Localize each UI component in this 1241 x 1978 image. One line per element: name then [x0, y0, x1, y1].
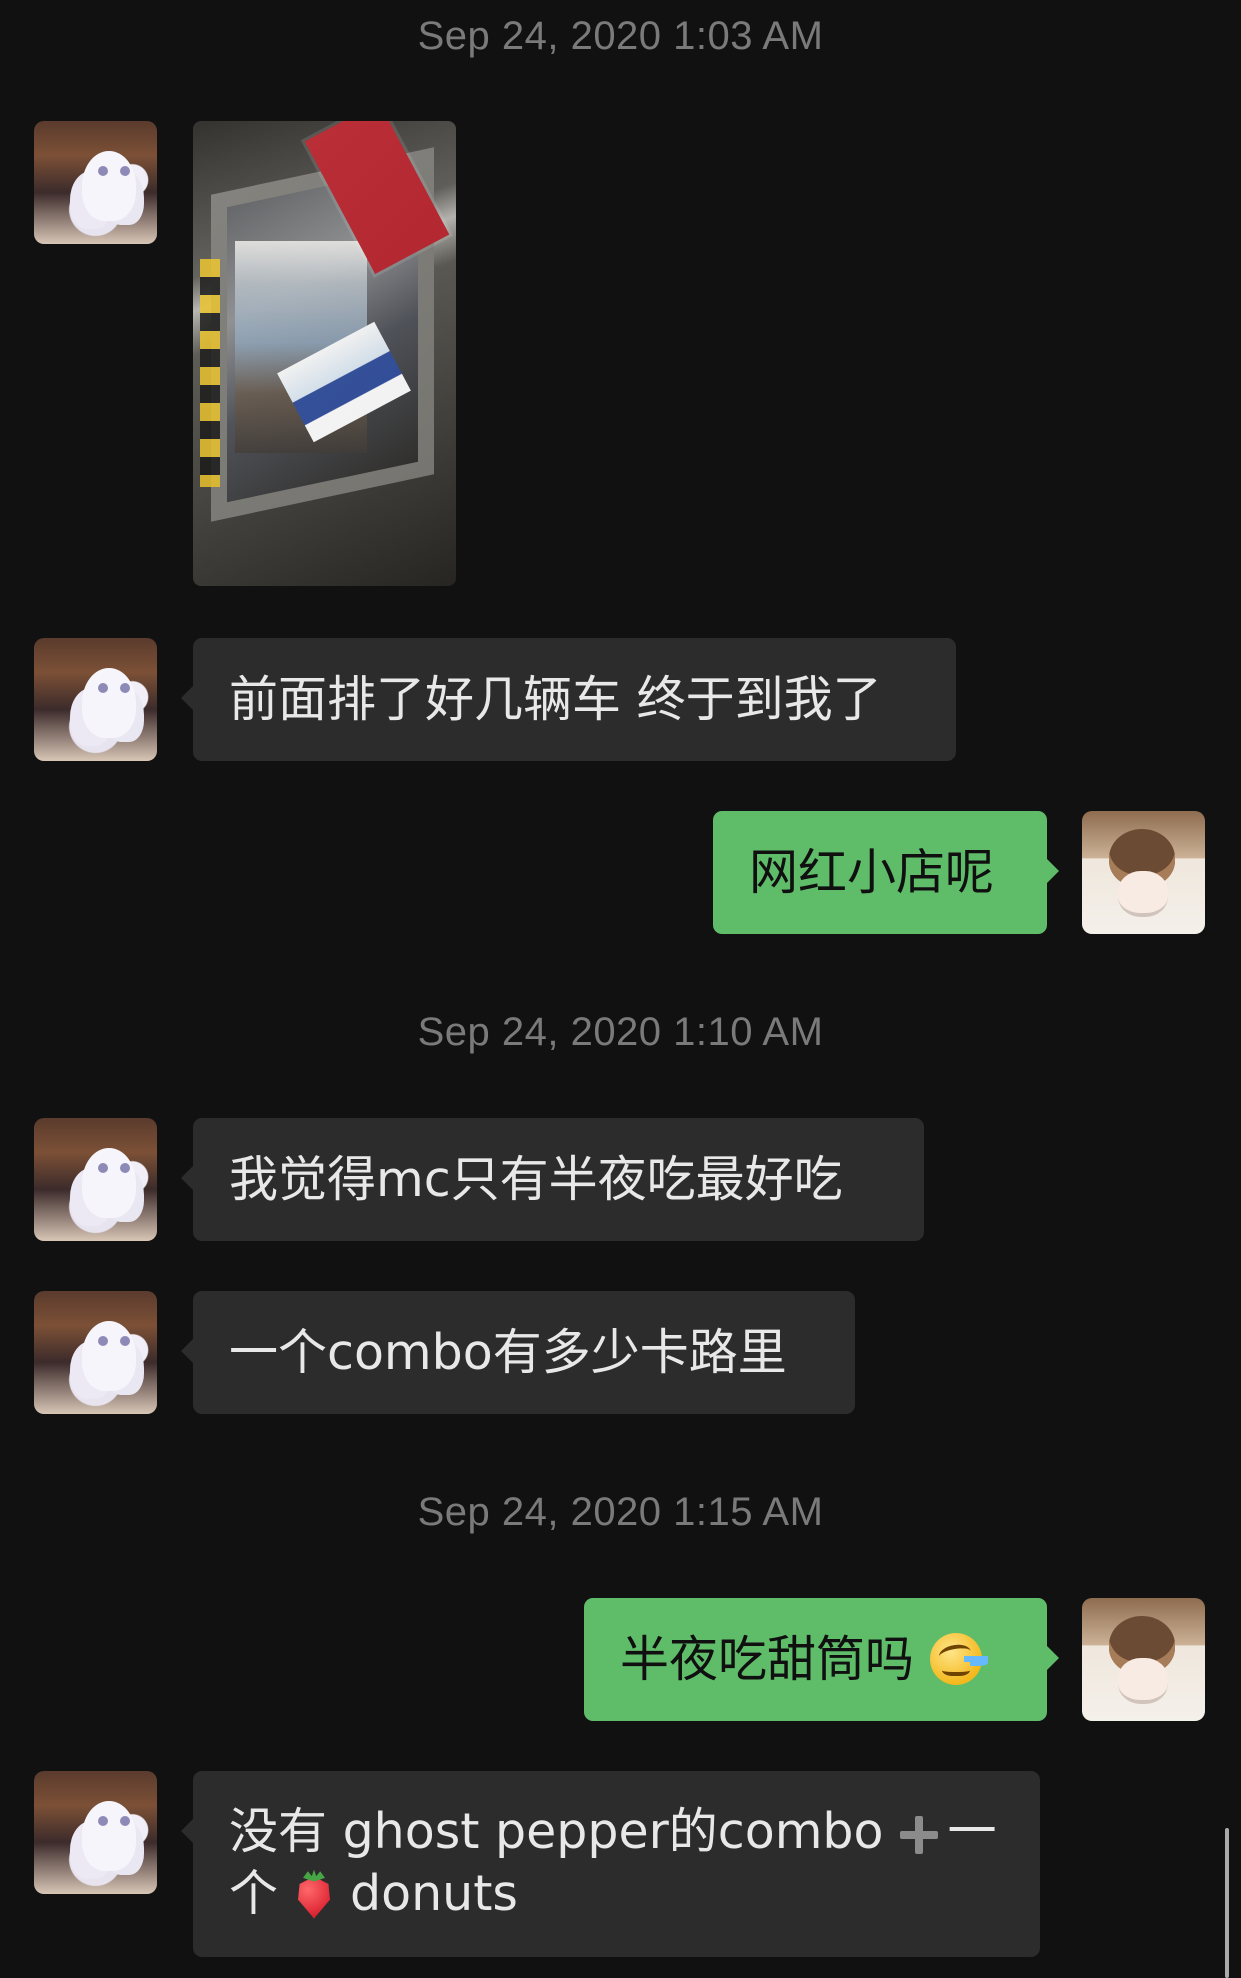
- strawberry-icon: [288, 1867, 340, 1923]
- message-text: 我觉得mc只有半夜吃最好吃: [229, 1150, 843, 1208]
- incoming-message[interactable]: 我觉得mc只有半夜吃最好吃: [181, 1118, 924, 1241]
- shared-photo[interactable]: [193, 121, 456, 586]
- plus-icon: [898, 1814, 940, 1856]
- photo-gloss: [193, 121, 456, 586]
- contact-avatar[interactable]: [34, 121, 157, 244]
- message-text: 一个combo有多少卡路里: [229, 1323, 787, 1381]
- laughing-crying-emoji-icon: [930, 1633, 983, 1685]
- contact-avatar[interactable]: [34, 1291, 157, 1414]
- incoming-message[interactable]: 一个combo有多少卡路里: [181, 1291, 855, 1414]
- user-avatar[interactable]: [1082, 811, 1205, 934]
- contact-avatar[interactable]: [34, 1118, 157, 1241]
- contact-avatar[interactable]: [34, 638, 157, 761]
- message-text-part: 一: [947, 1803, 997, 1860]
- message-text-part: 个: [229, 1865, 279, 1922]
- incoming-message[interactable]: 没有 ghost pepper的combo 一 个 donuts: [181, 1771, 1040, 1957]
- timestamp-2: Sep 24, 2020 1:10 AM: [417, 1010, 824, 1054]
- timestamp-1: Sep 24, 2020 1:03 AM: [417, 14, 824, 58]
- message-text: 没有 ghost pepper的combo 一 个 donuts: [193, 1771, 1040, 1925]
- message-text: 网红小店呢: [749, 843, 995, 901]
- message-line-1: 没有 ghost pepper的combo 一: [229, 1801, 1008, 1863]
- user-avatar[interactable]: [1082, 1598, 1205, 1721]
- message-text-part: donuts: [350, 1865, 518, 1922]
- message-text-part: 半夜吃甜筒吗: [620, 1630, 915, 1688]
- outgoing-message[interactable]: 网红小店呢: [713, 811, 1059, 934]
- scrollbar[interactable]: [1225, 1828, 1229, 1978]
- message-line-2: 个 donuts: [229, 1863, 1008, 1925]
- incoming-message[interactable]: 前面排了好几辆车 终于到我了: [181, 638, 956, 761]
- message-text: 前面排了好几辆车 终于到我了: [229, 670, 882, 728]
- timestamp-3: Sep 24, 2020 1:15 AM: [417, 1490, 824, 1534]
- contact-avatar[interactable]: [34, 1771, 157, 1894]
- outgoing-message[interactable]: 半夜吃甜筒吗: [584, 1598, 1059, 1721]
- message-text: 半夜吃甜筒吗: [584, 1629, 1014, 1691]
- message-text-part: 没有 ghost pepper的combo: [229, 1803, 884, 1860]
